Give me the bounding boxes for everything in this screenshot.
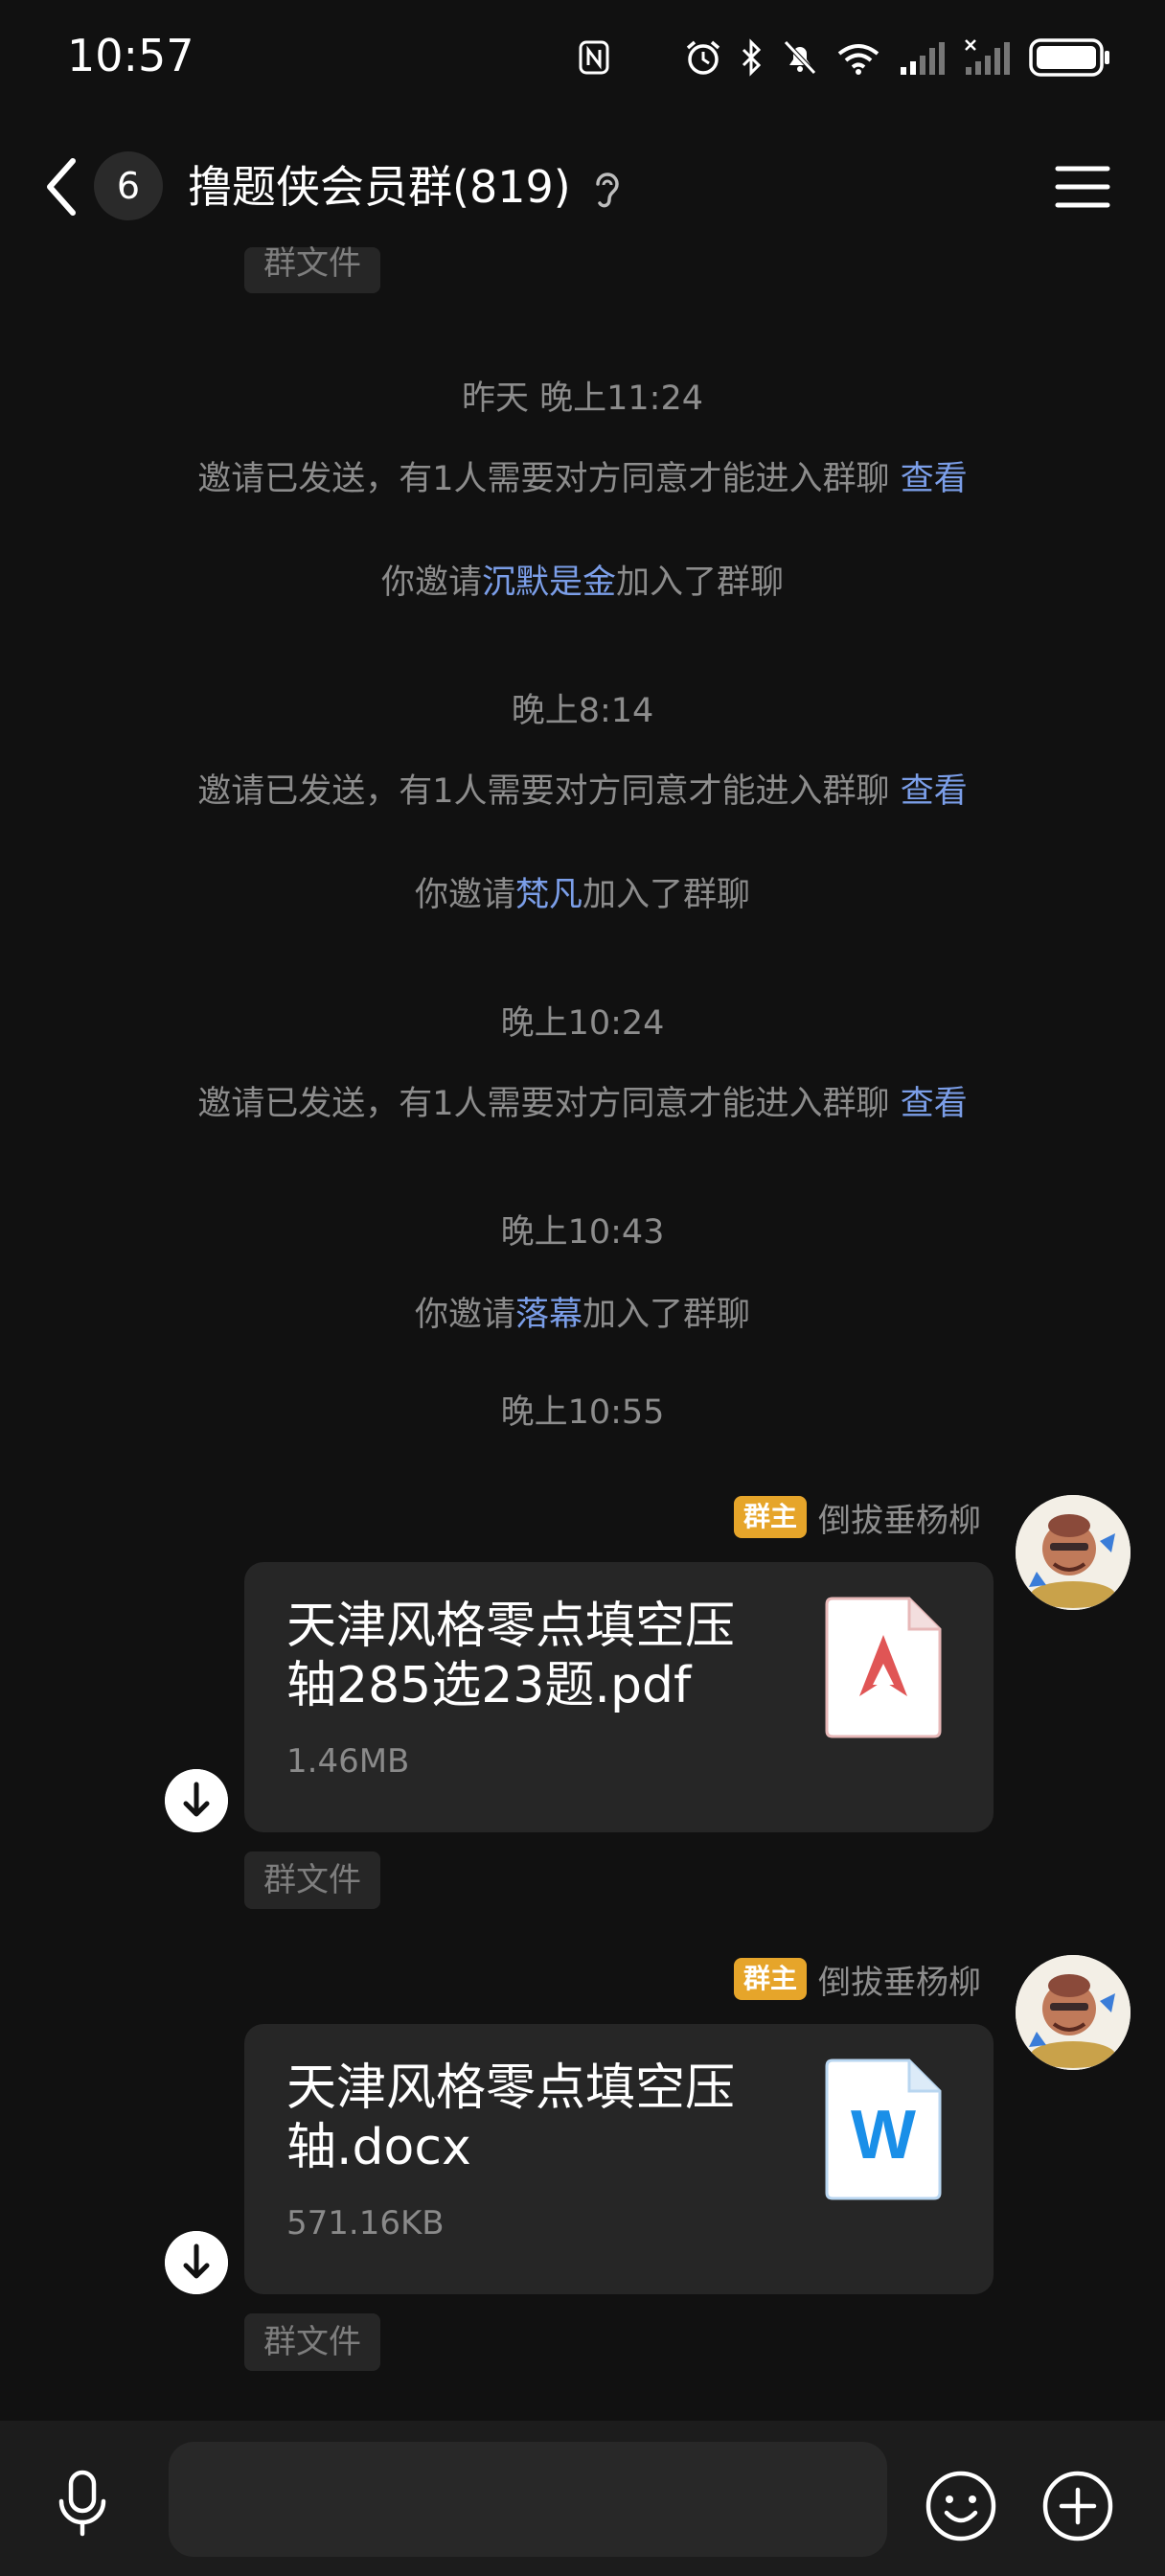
nfc-icon xyxy=(579,40,609,75)
file-name: 天津风格零点填空压轴285选23题.pdf xyxy=(286,1598,736,1714)
unread-count-badge[interactable]: 6 xyxy=(94,151,163,220)
battery-icon xyxy=(1029,38,1109,77)
sender-avatar[interactable] xyxy=(1016,1495,1131,1610)
invite-sent-notice: 邀请已发送，有1人需要对方同意才能进入群聊 查看 xyxy=(0,769,1165,815)
avatar-image xyxy=(1016,1955,1131,2070)
chat-title[interactable]: 撸题侠会员群(819) xyxy=(188,157,571,217)
signal-icon-2 xyxy=(965,39,1010,75)
timestamp: 晚上10:24 xyxy=(500,1004,665,1043)
file-message-card[interactable]: 天津风格零点填空压轴.docx 571.16KB W xyxy=(244,2024,994,2294)
sender-line: 群主 倒拔垂杨柳 xyxy=(733,1955,981,2003)
invite-sent-text: 邀请已发送，有1人需要对方同意才能进入群聊 xyxy=(197,772,890,811)
invite-joined-notice: 你邀请沉默是金加入了群聊 xyxy=(380,564,785,602)
invite-sent-text: 邀请已发送，有1人需要对方同意才能进入群聊 xyxy=(197,460,890,498)
invited-user-link[interactable]: 梵凡 xyxy=(515,876,582,914)
bluetooth-icon xyxy=(742,38,762,77)
message-input[interactable] xyxy=(169,2442,887,2557)
sender-name[interactable]: 倒拔垂杨柳 xyxy=(818,1494,981,1541)
status-time: 10:57 xyxy=(67,30,194,81)
mute-icon xyxy=(784,40,816,75)
word-icon: W xyxy=(825,2058,942,2200)
invited-user-link[interactable]: 沉默是金 xyxy=(482,564,616,602)
view-link[interactable]: 查看 xyxy=(901,460,968,498)
sender-name[interactable]: 倒拔垂杨柳 xyxy=(818,1956,981,2003)
menu-icon[interactable] xyxy=(1054,163,1111,211)
invite-joined-notice: 你邀请梵凡加入了群聊 xyxy=(414,876,751,914)
plus-icon[interactable] xyxy=(1040,2469,1115,2543)
group-file-tag[interactable]: 群文件 xyxy=(244,2313,380,2371)
wifi-icon xyxy=(837,44,879,75)
sender-avatar[interactable] xyxy=(1016,1955,1131,2070)
download-icon[interactable] xyxy=(165,2231,228,2294)
timestamp: 晚上8:14 xyxy=(511,692,654,730)
word-letter: W xyxy=(851,2097,916,2174)
file-message-card[interactable]: 天津风格零点填空压轴285选23题.pdf 1.46MB xyxy=(244,1562,994,1832)
status-icons xyxy=(577,29,1111,86)
invited-user-link[interactable]: 落幕 xyxy=(515,1296,582,1334)
sender-line: 群主 倒拔垂杨柳 xyxy=(733,1493,981,1541)
emoji-icon[interactable] xyxy=(924,2469,998,2543)
group-file-tag[interactable]: 群文件 xyxy=(244,247,380,293)
view-link[interactable]: 查看 xyxy=(901,1085,968,1123)
timestamp: 昨天 晚上11:24 xyxy=(462,380,703,418)
microphone-icon[interactable] xyxy=(44,2465,121,2542)
file-name: 天津风格零点填空压轴.docx xyxy=(286,2059,736,2176)
timestamp: 晚上10:55 xyxy=(500,1393,665,1432)
alarm-icon xyxy=(686,40,720,75)
ear-icon xyxy=(596,172,619,208)
pdf-icon xyxy=(825,1597,942,1738)
owner-badge: 群主 xyxy=(733,1958,807,2000)
file-size: 1.46MB xyxy=(286,1742,410,1781)
invite-sent-text: 邀请已发送，有1人需要对方同意才能进入群聊 xyxy=(197,1085,890,1123)
view-link[interactable]: 查看 xyxy=(901,772,968,811)
back-arrow-icon[interactable] xyxy=(38,153,86,220)
signal-icon-1 xyxy=(901,42,945,75)
invite-sent-notice: 邀请已发送，有1人需要对方同意才能进入群聊 查看 xyxy=(0,1081,1165,1127)
file-size: 571.16KB xyxy=(286,2204,445,2242)
group-file-tag[interactable]: 群文件 xyxy=(244,1852,380,1909)
invite-joined-notice: 你邀请落幕加入了群聊 xyxy=(414,1296,751,1334)
download-icon[interactable] xyxy=(165,1769,228,1832)
avatar-image xyxy=(1016,1495,1131,1610)
owner-badge: 群主 xyxy=(733,1496,807,1538)
timestamp: 晚上10:43 xyxy=(500,1213,665,1252)
invite-sent-notice: 邀请已发送，有1人需要对方同意才能进入群聊 查看 xyxy=(0,456,1165,502)
